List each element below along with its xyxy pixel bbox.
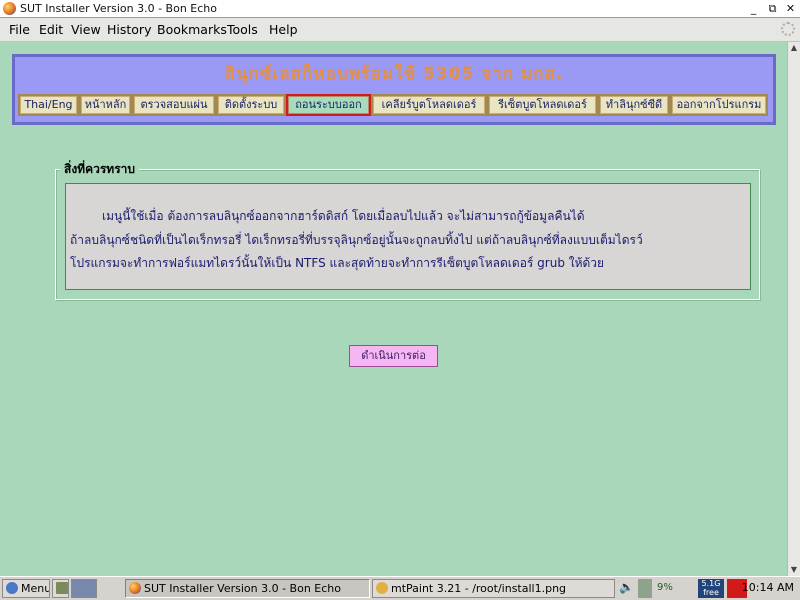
- nav-label: ทำลินุกซ์ซีดี: [601, 97, 667, 113]
- loading-throbber-icon: [781, 22, 795, 36]
- nav-label: ตรวจสอบแผ่น: [135, 97, 213, 113]
- window-title: SUT Installer Version 3.0 - Bon Echo: [20, 2, 217, 15]
- nav-home[interactable]: หน้าหลัก: [79, 94, 132, 116]
- notice-box: เมนูนี้ใช้เมื่อ ต้องการลบลินุกซ์ออกจากฮา…: [65, 183, 751, 290]
- notice-legend: สิ่งที่ควรทราบ: [60, 160, 140, 179]
- nav-install[interactable]: ติดตั้งระบบ: [216, 94, 286, 116]
- header-banner: ลินุกซ์เลสก็หอบพร้อมใช้ 5305 จาก มกส. Th…: [12, 54, 776, 125]
- nav-reset-bootloader[interactable]: รีเซ็ตบูตโหลดเดอร์: [487, 94, 598, 116]
- firefox-logo-icon: [3, 2, 16, 15]
- nav-check-disc[interactable]: ตรวจสอบแผ่น: [132, 94, 216, 116]
- taskbar: Menu SUT Installer Version 3.0 - Bon Ech…: [0, 576, 800, 600]
- taskbar-menu-button[interactable]: Menu: [2, 579, 50, 598]
- scroll-up-arrow-icon[interactable]: ▲: [789, 43, 799, 53]
- task-firefox[interactable]: SUT Installer Version 3.0 - Bon Echo: [125, 579, 370, 598]
- volume-icon[interactable]: 🔈: [619, 579, 633, 598]
- continue-button[interactable]: ดำเนินการต่อ: [349, 345, 438, 367]
- minimize-button[interactable]: _: [746, 1, 761, 16]
- nav-label: Thai/Eng: [21, 97, 76, 113]
- nav-label: ออกจากโปรแกรม: [673, 97, 765, 113]
- close-button[interactable]: ✕: [783, 1, 798, 16]
- task-mtpaint[interactable]: mtPaint 3.21 - /root/install1.png: [372, 579, 615, 598]
- menu-file[interactable]: File: [9, 22, 30, 37]
- notice-line: โปรแกรมจะทำการฟอร์แมทไดรว์นั้นให้เป็น NT…: [70, 256, 605, 270]
- workspace-pager[interactable]: [71, 579, 97, 598]
- nav-label: เคลียร์บูตโหลดเดอร์: [374, 97, 484, 113]
- clock: 10:14 AM: [741, 581, 794, 594]
- notice-line: เมนูนี้ใช้เมื่อ ต้องการลบลินุกซ์ออกจากฮา…: [102, 209, 585, 223]
- nav-label: รีเซ็ตบูตโหลดเดอร์: [490, 97, 595, 113]
- vertical-scrollbar[interactable]: ▲ ▼: [787, 42, 800, 576]
- menu-edit[interactable]: Edit: [39, 22, 63, 37]
- menu-tools[interactable]: Tools: [227, 22, 258, 37]
- menu-icon: [6, 582, 18, 594]
- memory-free: 5.1G free: [698, 579, 724, 598]
- taskbar-menu-label: Menu: [21, 582, 50, 595]
- nav-exit-program[interactable]: ออกจากโปรแกรม: [670, 94, 768, 116]
- scroll-down-arrow-icon[interactable]: ▼: [789, 565, 799, 575]
- menubar: File Edit View History Bookmarks Tools H…: [0, 18, 800, 42]
- nav-thai-eng[interactable]: Thai/Eng: [18, 94, 79, 116]
- nav-make-linux-cd[interactable]: ทำลินุกซ์ซีดี: [598, 94, 670, 116]
- nav-label: ติดตั้งระบบ: [219, 97, 283, 113]
- banner-title: ลินุกซ์เลสก็หอบพร้อมใช้ 5305 จาก มกส.: [224, 64, 564, 84]
- maximize-button[interactable]: ⧉: [765, 1, 780, 16]
- menu-bookmarks[interactable]: Bookmarks: [157, 22, 227, 37]
- menu-help[interactable]: Help: [269, 22, 298, 37]
- notice-line: ถ้าลบลินุกซ์ชนิดที่เป็นไดเร็กทรอรี่ ไดเร…: [70, 233, 643, 247]
- nav-clear-bootloader[interactable]: เคลียร์บูตโหลดเดอร์: [371, 94, 487, 116]
- network-icon[interactable]: [638, 579, 652, 598]
- nav-label: หน้าหลัก: [82, 97, 129, 113]
- nav-label: ถอนระบบออก: [289, 97, 368, 113]
- menu-view[interactable]: View: [71, 22, 101, 37]
- mtpaint-icon: [376, 582, 388, 594]
- cpu-usage: 9%: [657, 582, 673, 593]
- page-content: ลินุกซ์เลสก็หอบพร้อมใช้ 5305 จาก มกส. Th…: [0, 42, 787, 576]
- nav-uninstall[interactable]: ถอนระบบออก: [286, 94, 371, 116]
- desktop-icon: [56, 582, 68, 594]
- firefox-icon: [129, 582, 141, 594]
- menu-history[interactable]: History: [107, 22, 151, 37]
- desktop-launcher[interactable]: [52, 579, 69, 598]
- task-label: SUT Installer Version 3.0 - Bon Echo: [144, 582, 341, 595]
- window-titlebar: SUT Installer Version 3.0 - Bon Echo _ ⧉…: [0, 0, 800, 18]
- task-label: mtPaint 3.21 - /root/install1.png: [391, 582, 567, 595]
